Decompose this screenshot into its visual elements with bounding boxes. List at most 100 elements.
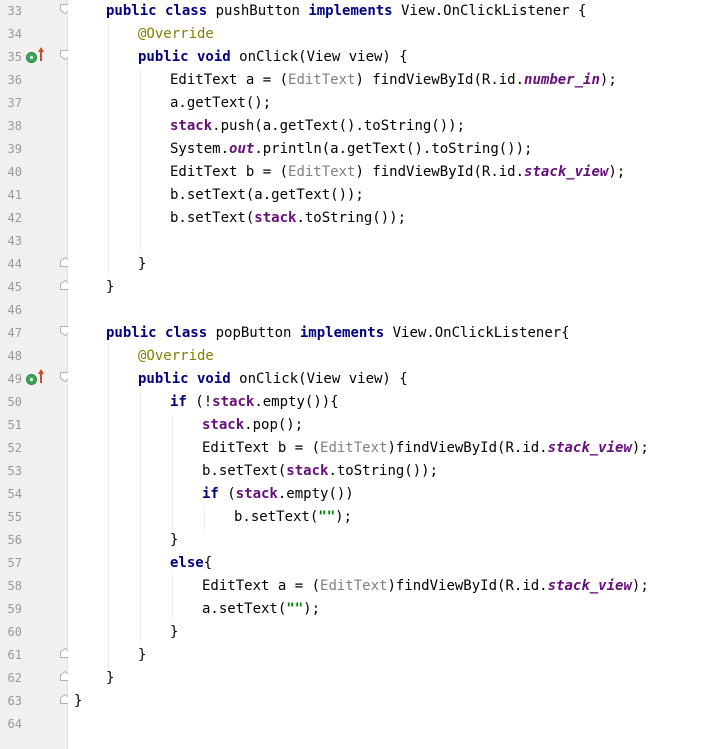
code-text: onClick(View view) { xyxy=(230,371,408,387)
indent-guide xyxy=(140,391,141,644)
line-number: 42 xyxy=(7,211,22,225)
indent-guide xyxy=(204,506,205,529)
code-text: b.setText( xyxy=(202,463,287,479)
redundant-cast: EditText xyxy=(288,72,356,88)
line-number: 52 xyxy=(7,441,22,455)
code-line: else{ xyxy=(170,552,212,575)
code-line: stack.push(a.getText().toString()); xyxy=(170,115,465,138)
code-line: } xyxy=(170,529,178,552)
override-method-icon[interactable] xyxy=(26,374,37,385)
annotation: @Override xyxy=(138,348,214,364)
editor-gutter: 33 34 35 36 37 38 39 40 41 42 43 44 45 4… xyxy=(0,0,70,749)
code-text: .empty()){ xyxy=(254,394,339,410)
annotation: @Override xyxy=(138,26,214,42)
line-number: 55 xyxy=(7,510,22,524)
line-number: 61 xyxy=(7,648,22,662)
line-number: 63 xyxy=(7,694,22,708)
field: stack xyxy=(202,417,245,433)
string-literal: "" xyxy=(318,509,336,525)
code-line: @Override xyxy=(138,345,214,368)
line-number: 39 xyxy=(7,142,22,156)
code-line: if (!stack.empty()){ xyxy=(170,391,339,414)
indent-guide xyxy=(140,69,141,253)
keyword: public void xyxy=(138,49,231,65)
static-field: out xyxy=(229,141,255,157)
line-number: 46 xyxy=(7,303,22,317)
code-line: @Override xyxy=(138,23,214,46)
code-text: a.setText( xyxy=(202,601,287,617)
up-arrow-icon[interactable] xyxy=(38,369,44,383)
line-number: 56 xyxy=(7,533,22,547)
code-line: EditText a = (EditText)findViewById(R.id… xyxy=(202,575,649,598)
code-text: EditText b = ( xyxy=(170,164,289,180)
line-number: 37 xyxy=(7,96,22,110)
code-text: } xyxy=(138,647,147,663)
code-line: public void onClick(View view) { xyxy=(138,46,408,69)
code-text: } xyxy=(74,693,83,709)
code-editor[interactable]: public class pushButton implements View.… xyxy=(68,0,717,749)
redundant-cast: EditText xyxy=(320,440,388,456)
code-text: EditText a = ( xyxy=(170,72,289,88)
keyword: public class xyxy=(106,3,208,19)
code-line: EditText b = (EditText)findViewById(R.id… xyxy=(202,437,649,460)
line-number: 60 xyxy=(7,625,22,639)
line-number: 47 xyxy=(7,326,22,340)
code-text: View.OnClickListener{ xyxy=(384,325,570,341)
code-line: } xyxy=(138,644,146,667)
code-text: } xyxy=(138,256,147,272)
code-text: ); xyxy=(335,509,353,525)
field: stack xyxy=(254,210,297,226)
static-field: stack_view xyxy=(547,440,632,456)
line-number: 33 xyxy=(7,4,22,18)
override-method-icon[interactable] xyxy=(26,52,37,63)
string-literal: "" xyxy=(286,601,304,617)
code-text: ); xyxy=(608,164,626,180)
code-text: { xyxy=(203,555,213,571)
static-field: stack_view xyxy=(547,578,632,594)
code-line: } xyxy=(74,690,82,713)
up-arrow-icon[interactable] xyxy=(38,47,44,61)
line-number: 40 xyxy=(7,165,22,179)
line-number: 35 xyxy=(7,50,22,64)
keyword: public void xyxy=(138,371,231,387)
line-number: 38 xyxy=(7,119,22,133)
keyword: implements xyxy=(299,325,385,341)
code-text: )findViewById(R.id. xyxy=(387,578,548,594)
code-text: EditText b = ( xyxy=(202,440,321,456)
code-line: } xyxy=(170,621,178,644)
code-text: EditText a = ( xyxy=(202,578,321,594)
code-line: b.setText(stack.toString()); xyxy=(170,207,406,230)
line-number: 49 xyxy=(7,372,22,386)
redundant-cast: EditText xyxy=(320,578,388,594)
code-text: .empty()) xyxy=(277,486,354,502)
line-number: 34 xyxy=(7,27,22,41)
code-text: b.setText( xyxy=(170,210,255,226)
code-text: onClick(View view) { xyxy=(230,49,408,65)
line-number: 59 xyxy=(7,602,22,616)
line-number: 53 xyxy=(7,464,22,478)
code-text: ); xyxy=(599,72,617,88)
line-number: 44 xyxy=(7,257,22,271)
code-text: } xyxy=(170,532,179,548)
line-number: 48 xyxy=(7,349,22,363)
code-text: popButton xyxy=(207,325,300,341)
code-line: a.getText(); xyxy=(170,92,271,115)
code-text: .pop(); xyxy=(244,417,304,433)
code-text: .push(a.getText().toString()); xyxy=(212,118,466,134)
line-number: 64 xyxy=(7,717,22,731)
line-number: 41 xyxy=(7,188,22,202)
code-text: System. xyxy=(170,141,230,157)
line-number: 45 xyxy=(7,280,22,294)
code-line: EditText b = (EditText) findViewById(R.i… xyxy=(170,161,625,184)
code-text: } xyxy=(170,624,179,640)
code-text: ) findViewById(R.id. xyxy=(355,164,525,180)
code-line: } xyxy=(106,667,114,690)
field: stack xyxy=(286,463,329,479)
code-text: ); xyxy=(631,578,649,594)
keyword: public class xyxy=(106,325,208,341)
code-text: ); xyxy=(631,440,649,456)
keyword: if xyxy=(202,486,219,502)
field: stack xyxy=(235,486,278,502)
code-text: b.setText(a.getText()); xyxy=(170,187,364,203)
keyword: if xyxy=(170,394,187,410)
